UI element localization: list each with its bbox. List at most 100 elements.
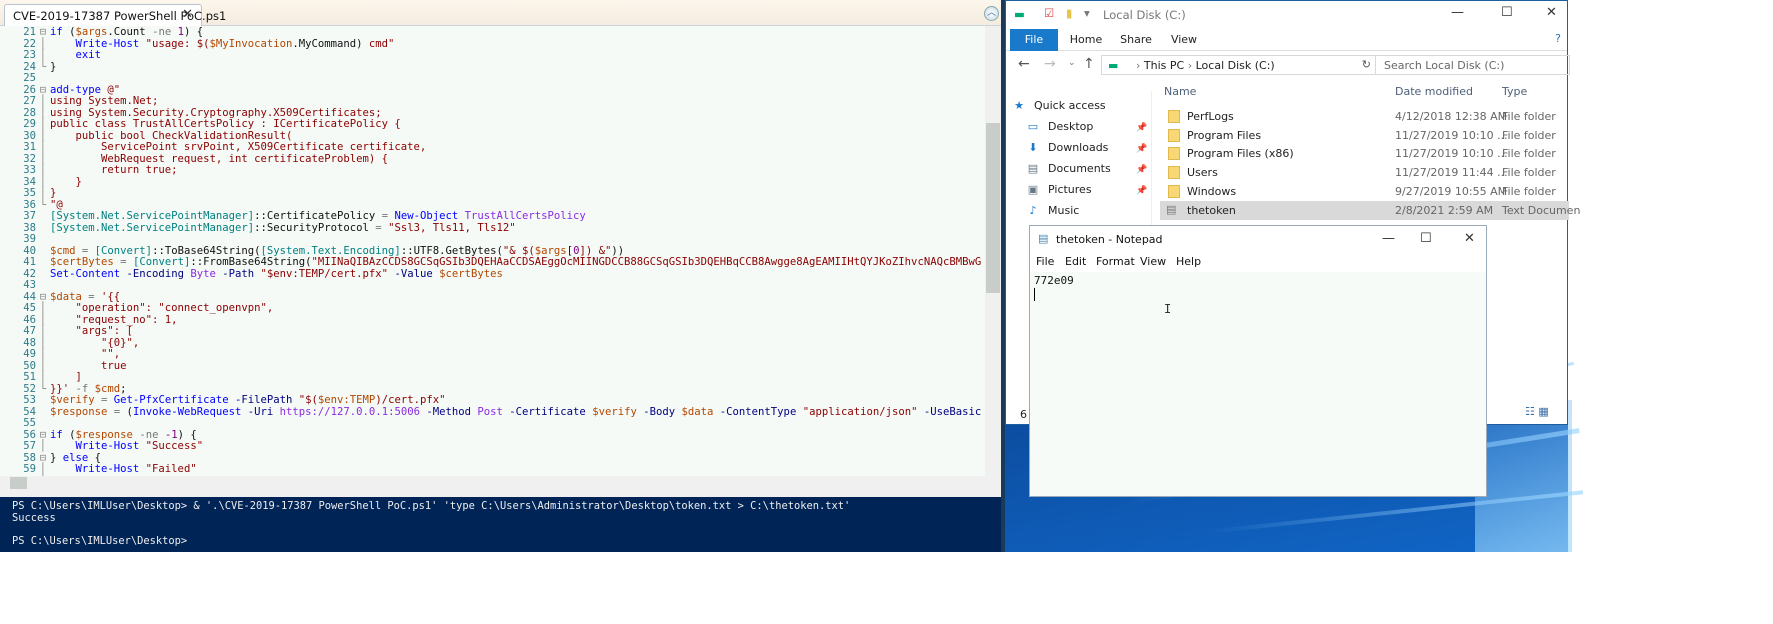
column-type[interactable]: Type xyxy=(1502,85,1527,98)
minimize-button[interactable]: — xyxy=(1451,5,1464,20)
back-icon[interactable]: ← xyxy=(1018,56,1030,72)
forward-icon[interactable]: → xyxy=(1044,56,1056,72)
script-tab[interactable]: CVE-2019-17387 PowerShell PoC.ps1 ✕ xyxy=(4,4,226,26)
code-token: -1 xyxy=(164,428,178,441)
folder-icon xyxy=(1168,184,1180,198)
nav-quick-access[interactable]: ★ Quick access xyxy=(1010,99,1106,119)
menu-format[interactable]: Format xyxy=(1096,255,1135,268)
code-line: 38 [System.Net.ServicePointManager]::Secu… xyxy=(0,221,515,235)
pin-icon[interactable]: 📌 xyxy=(1136,123,1147,133)
menu-file[interactable]: File xyxy=(1036,255,1054,268)
file-name: Program Files xyxy=(1187,128,1262,142)
code-token: ::CertificatePolicy xyxy=(254,210,382,222)
search-input[interactable]: Search Local Disk (C:) xyxy=(1375,55,1570,75)
code-token: @" xyxy=(107,83,121,96)
file-row[interactable]: PerfLogs 4/12/2018 12:38 AM File folder xyxy=(1160,107,1569,126)
nav-desktop[interactable]: ▭ Desktop xyxy=(1024,120,1094,140)
drive-icon: ▬ xyxy=(1108,59,1119,72)
file-row[interactable]: Windows 9/27/2019 10:55 AM File folder xyxy=(1160,182,1569,201)
nav-documents[interactable]: ▤ Documents xyxy=(1024,162,1111,182)
code-token: "& $( xyxy=(502,244,535,257)
fold-toggle-icon[interactable]: ⊟ xyxy=(36,26,50,39)
pin-icon[interactable]: 📌 xyxy=(1136,186,1147,196)
code-token: $response xyxy=(75,428,140,441)
console-line: PS C:\Users\IMLUser\Desktop> xyxy=(12,534,188,547)
pin-icon[interactable]: 📌 xyxy=(1136,144,1147,154)
code-token: New-Object xyxy=(394,210,465,222)
vertical-scrollbar[interactable] xyxy=(985,26,1001,476)
line-number: 53 xyxy=(23,394,36,406)
nav-music[interactable]: ♪ Music xyxy=(1024,204,1079,224)
line-number: 43 xyxy=(23,279,36,291)
column-name[interactable]: Name xyxy=(1164,85,1196,98)
code-token: .Count xyxy=(107,26,153,38)
close-button[interactable]: ✕ xyxy=(1464,231,1475,246)
horizontal-scrollbar[interactable] xyxy=(0,476,1001,490)
menu-view[interactable]: View xyxy=(1140,255,1166,268)
refresh-icon[interactable]: ↻ xyxy=(1362,58,1371,71)
file-row[interactable]: Program Files (x86) 11/27/2019 10:10 ... F… xyxy=(1160,144,1569,163)
recent-locations-icon[interactable]: ⌄ xyxy=(1068,58,1076,68)
scrollbar-thumb[interactable] xyxy=(986,123,1000,293)
line-number: 39 xyxy=(23,233,36,245)
help-icon[interactable]: ? xyxy=(1555,32,1561,45)
code-token: ::UTF8.GetBytes( xyxy=(400,244,503,257)
download-icon: ⬇ xyxy=(1028,141,1038,154)
nav-pictures[interactable]: ▣ Pictures xyxy=(1024,183,1092,203)
ribbon-tab-share[interactable]: Share xyxy=(1114,29,1158,51)
ribbon-tab-view[interactable]: View xyxy=(1162,29,1206,51)
code-token: -UseBasic xyxy=(923,405,982,418)
code-token: -f xyxy=(75,382,95,395)
console-line: PS C:\Users\IMLUser\Desktop> & '.\CVE-20… xyxy=(12,500,851,512)
file-row[interactable]: Users 11/27/2019 11:44 ... File folder xyxy=(1160,163,1569,182)
code-token: Set-Content xyxy=(50,267,127,280)
code-token: )/cert.pfx" xyxy=(375,394,446,406)
close-button[interactable]: ✕ xyxy=(1546,5,1557,20)
menu-help[interactable]: Help xyxy=(1176,255,1201,268)
code-token: ] xyxy=(50,371,82,383)
ribbon-tab-home[interactable]: Home xyxy=(1062,29,1110,51)
customize-toolbar-icon[interactable]: ▾ xyxy=(1084,6,1090,20)
code-token: Write-Host xyxy=(50,37,146,50)
file-row[interactable]: ▤ thetoken 2/8/2021 2:59 AM Text Documen xyxy=(1160,200,1580,220)
document-icon: ▤ xyxy=(1027,162,1039,175)
view-toggle-icons[interactable]: ☷ ▦ xyxy=(1525,405,1549,418)
code-token: return true; xyxy=(50,164,178,176)
address-bar[interactable]: ▬ › This PC › Local Disk (C:) ↻ xyxy=(1101,55,1376,75)
column-date-modified[interactable]: Date modified xyxy=(1395,85,1473,98)
code-token: "", xyxy=(50,348,121,360)
file-row[interactable]: Program Files 11/27/2019 10:10 ... File fo… xyxy=(1160,126,1569,145)
nav-downloads[interactable]: ⬇ Downloads xyxy=(1024,141,1108,161)
line-number: 29 xyxy=(23,118,36,130)
maximize-button[interactable]: ☐ xyxy=(1501,5,1513,20)
up-icon[interactable]: ↑ xyxy=(1083,56,1095,72)
breadcrumb-this-pc[interactable]: This PC xyxy=(1144,59,1184,72)
scrollbar-thumb[interactable] xyxy=(10,477,27,489)
code-token: { xyxy=(94,451,102,464)
line-number: 47 xyxy=(23,325,36,337)
notepad-text-area[interactable]: 772e09 I xyxy=(1030,272,1486,496)
ribbon-tab-file[interactable]: File xyxy=(1010,29,1058,51)
new-folder-icon[interactable]: ▮ xyxy=(1066,6,1072,20)
line-number: 25 xyxy=(23,72,36,84)
console-pane[interactable]: PS C:\Users\IMLUser\Desktop> & '.\CVE-20… xyxy=(0,497,1001,552)
desktop-icon: ▭ xyxy=(1027,120,1039,133)
code-token: -ne xyxy=(152,26,178,38)
code-token: ::SecurityProtocol xyxy=(254,221,376,234)
line-number: 51 xyxy=(23,371,36,383)
code-token: = xyxy=(120,256,133,268)
menu-edit[interactable]: Edit xyxy=(1065,255,1086,268)
minimize-button[interactable]: — xyxy=(1382,231,1395,246)
close-tab-icon[interactable]: ✕ xyxy=(182,7,193,22)
properties-icon[interactable]: ☑ xyxy=(1044,6,1054,20)
code-token: )) xyxy=(611,244,625,257)
maximize-button[interactable]: ☐ xyxy=(1420,231,1432,246)
script-editor[interactable]: 21 ⊟ if ($args.Count -ne 1) {22 │ Write-Hos… xyxy=(0,26,985,476)
fold-guide: │ xyxy=(39,371,47,383)
pin-icon[interactable]: 📌 xyxy=(1136,165,1147,175)
folder-icon xyxy=(1168,128,1180,142)
code-token: = xyxy=(381,210,395,222)
breadcrumb-local-disk[interactable]: Local Disk (C:) xyxy=(1196,59,1275,72)
collapse-script-pane-button[interactable]: ︿ xyxy=(984,6,999,21)
fold-guide: │ xyxy=(39,118,47,130)
